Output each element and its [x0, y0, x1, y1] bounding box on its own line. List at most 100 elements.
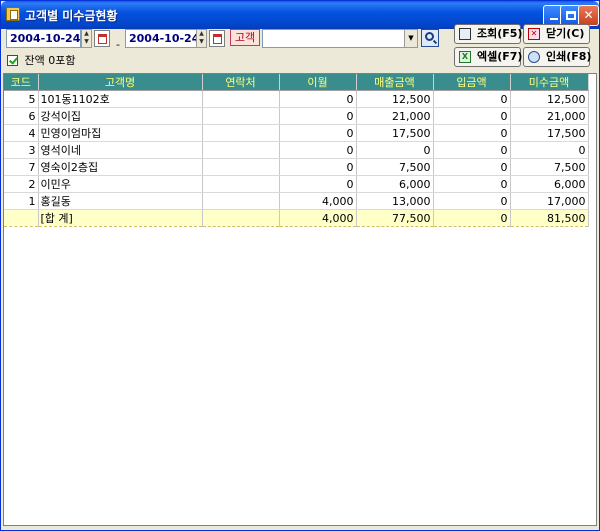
table-row[interactable]: 1 홍길동 4,000 13,000 0 17,000 [4, 192, 589, 210]
date-to-spinner[interactable]: ▲ ▼ [196, 29, 207, 48]
date-from-calendar-button[interactable] [94, 30, 110, 47]
cell-receivable[interactable]: 81,500 [510, 209, 589, 227]
cell-code[interactable]: 6 [4, 107, 39, 125]
print-icon [528, 51, 540, 63]
table-row[interactable]: 5 101동1102호 0 12,500 0 12,500 [4, 90, 589, 108]
cell-customer-name[interactable]: 강석이집 [38, 107, 203, 125]
receivables-table: 코드 고객명 연락처 이월 매출금액 입금액 미수금액 5 101동1102호 0 1… [4, 74, 589, 227]
table-row[interactable]: 2 이민우 0 6,000 0 6,000 [4, 175, 589, 193]
cell-receivable[interactable]: 21,000 [510, 107, 589, 125]
cell-code[interactable]: 1 [4, 192, 39, 210]
cell-deposit[interactable]: 0 [433, 175, 511, 193]
date-from-spinner[interactable]: ▲ ▼ [81, 29, 92, 48]
cell-receivable[interactable]: 17,500 [510, 124, 589, 142]
cell-sales[interactable]: 6,000 [356, 175, 434, 193]
minimize-icon [549, 18, 558, 20]
cell-carryover[interactable]: 0 [279, 175, 357, 193]
column-header-code[interactable]: 코드 [4, 74, 39, 91]
cell-carryover[interactable]: 0 [279, 141, 357, 159]
receivables-grid[interactable]: 코드 고객명 연락처 이월 매출금액 입금액 미수금액 5 101동1102호 0 1… [3, 73, 597, 526]
column-header-sales[interactable]: 매출금액 [356, 74, 434, 91]
cell-receivable[interactable]: 6,000 [510, 175, 589, 193]
cell-carryover[interactable]: 4,000 [279, 192, 357, 210]
cell-deposit[interactable]: 0 [433, 192, 511, 210]
close-window-button[interactable]: ✕ [578, 5, 599, 26]
table-row[interactable]: 7 영숙이2층집 0 7,500 0 7,500 [4, 158, 589, 176]
cell-deposit[interactable]: 0 [433, 141, 511, 159]
table-row[interactable]: 3 영석이네 0 0 0 0 [4, 141, 589, 159]
cell-customer-name[interactable]: 민영이엄마집 [38, 124, 203, 142]
include-zero-balance-checkbox[interactable] [7, 54, 18, 66]
cell-sales[interactable]: 77,500 [356, 209, 434, 227]
close-button-label: 닫기(C) [546, 27, 585, 40]
cell-carryover[interactable]: 0 [279, 158, 357, 176]
cell-carryover[interactable]: 0 [279, 124, 357, 142]
excel-button[interactable]: X 엑셀(F7) [454, 47, 522, 67]
search-icon [459, 28, 471, 40]
cell-sales[interactable]: 7,500 [356, 158, 434, 176]
app-icon [6, 7, 20, 21]
cell-contact[interactable] [202, 209, 280, 227]
cell-contact[interactable] [202, 90, 280, 108]
date-to-calendar-button[interactable] [209, 30, 225, 47]
cell-customer-name[interactable]: 영숙이2층집 [38, 158, 203, 176]
table-row[interactable]: 6 강석이집 0 21,000 0 21,000 [4, 107, 589, 125]
column-header-customer-name[interactable]: 고객명 [38, 74, 203, 91]
maximize-icon [565, 11, 576, 20]
cell-code[interactable]: 4 [4, 124, 39, 142]
cell-contact[interactable] [202, 175, 280, 193]
filter-toolbar: 2004-10-24 ▲ ▼ - 2004-10-24 ▲ ▼ 고객 ▼ 잔액 0포… [1, 24, 599, 73]
cell-deposit[interactable]: 0 [433, 209, 511, 227]
cell-code[interactable]: 5 [4, 90, 39, 108]
chevron-down-icon[interactable]: ▼ [404, 30, 417, 47]
search-button[interactable]: 조회(F5) [454, 24, 523, 44]
cell-contact[interactable] [202, 192, 280, 210]
cell-sales[interactable]: 21,000 [356, 107, 434, 125]
cell-customer-name[interactable]: 이민우 [38, 175, 203, 193]
column-header-contact[interactable]: 연락처 [202, 74, 280, 91]
column-header-carryover[interactable]: 이월 [279, 74, 357, 91]
cell-carryover[interactable]: 4,000 [279, 209, 357, 227]
customer-search-button[interactable] [421, 29, 439, 47]
close-icon: ✕ [528, 28, 540, 40]
cell-sales[interactable]: 13,000 [356, 192, 434, 210]
cell-customer-name[interactable]: 101동1102호 [38, 90, 203, 108]
customer-button[interactable]: 고객 [230, 29, 260, 46]
cell-contact[interactable] [202, 107, 280, 125]
cell-carryover[interactable]: 0 [279, 107, 357, 125]
cell-customer-name[interactable]: [합 계] [38, 209, 203, 227]
cell-code[interactable]: 7 [4, 158, 39, 176]
column-header-deposit[interactable]: 입금액 [433, 74, 511, 91]
table-row[interactable]: 4 민영이엄마집 0 17,500 0 17,500 [4, 124, 589, 142]
cell-contact[interactable] [202, 141, 280, 159]
cell-code[interactable] [4, 209, 39, 227]
customer-select[interactable]: ▼ [262, 29, 418, 48]
table-body: 5 101동1102호 0 12,500 0 12,500 6 강석이집 0 21,000 0 21,… [4, 90, 589, 227]
cell-customer-name[interactable]: 영석이네 [38, 141, 203, 159]
cell-receivable[interactable]: 17,000 [510, 192, 589, 210]
cell-receivable[interactable]: 0 [510, 141, 589, 159]
cell-receivable[interactable]: 12,500 [510, 90, 589, 108]
cell-code[interactable]: 2 [4, 175, 39, 193]
cell-deposit[interactable]: 0 [433, 158, 511, 176]
cell-sales[interactable]: 17,500 [356, 124, 434, 142]
column-header-receivable[interactable]: 미수금액 [510, 74, 589, 91]
cell-deposit[interactable]: 0 [433, 107, 511, 125]
cell-contact[interactable] [202, 158, 280, 176]
table-total-row[interactable]: [합 계] 4,000 77,500 0 81,500 [4, 209, 589, 227]
cell-sales[interactable]: 12,500 [356, 90, 434, 108]
cell-carryover[interactable]: 0 [279, 90, 357, 108]
cell-contact[interactable] [202, 124, 280, 142]
close-button[interactable]: ✕ 닫기(C) [523, 24, 590, 44]
print-button[interactable]: 인쇄(F8) [523, 47, 591, 67]
date-from-input[interactable]: 2004-10-24 [6, 29, 81, 48]
include-zero-balance-option[interactable]: 잔액 0포함 [7, 52, 75, 68]
cell-receivable[interactable]: 7,500 [510, 158, 589, 176]
search-button-label: 조회(F5) [477, 27, 523, 40]
date-to-input[interactable]: 2004-10-24 [125, 29, 200, 48]
cell-deposit[interactable]: 0 [433, 124, 511, 142]
cell-sales[interactable]: 0 [356, 141, 434, 159]
cell-customer-name[interactable]: 홍길동 [38, 192, 203, 210]
cell-code[interactable]: 3 [4, 141, 39, 159]
cell-deposit[interactable]: 0 [433, 90, 511, 108]
